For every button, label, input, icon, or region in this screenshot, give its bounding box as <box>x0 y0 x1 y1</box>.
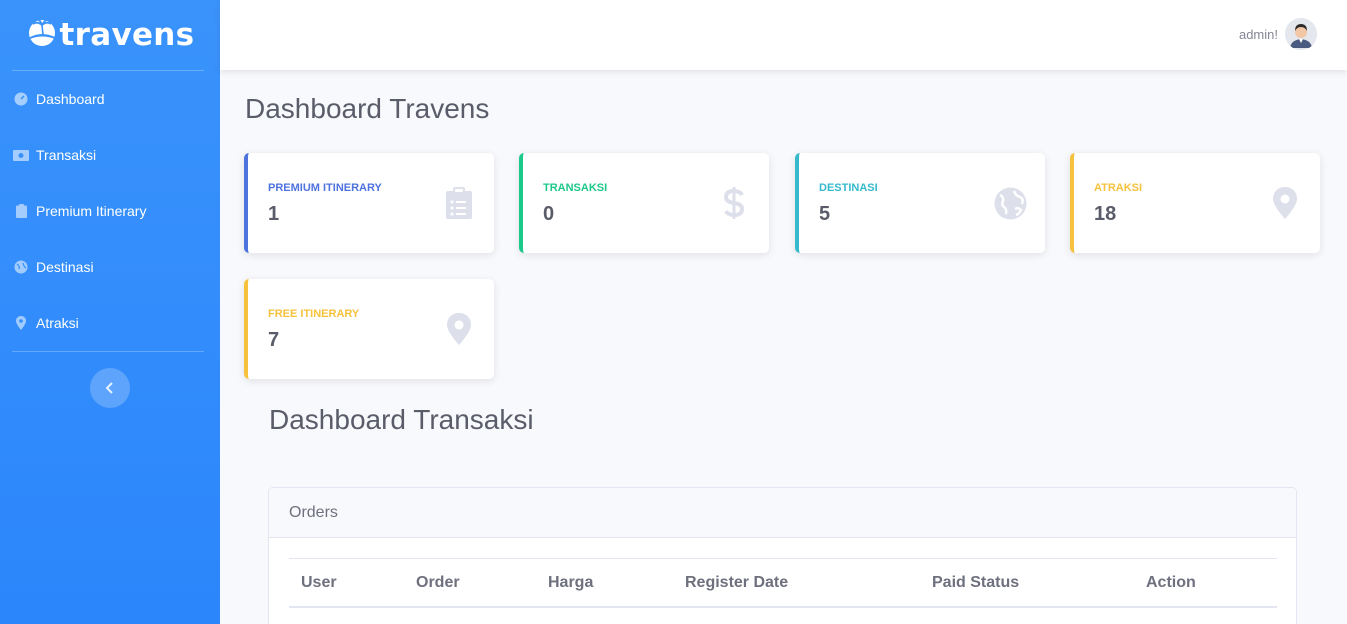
sidebar-item-atraksi[interactable]: Atraksi <box>0 295 220 351</box>
card-value: 18 <box>1094 203 1117 225</box>
brand-name: travens <box>59 17 195 53</box>
sidebar-item-premium-itinerary[interactable]: Premium Itinerary <box>0 183 220 239</box>
card-label: ATRAKSI <box>1094 182 1143 194</box>
sidebar-divider <box>12 351 204 352</box>
user-avatar[interactable] <box>1285 18 1317 50</box>
sidebar-nav: Dashboard Transaksi Premium Itinerary De… <box>0 71 220 351</box>
sidebar-item-destinasi[interactable]: Destinasi <box>0 239 220 295</box>
user-name: admin! <box>1238 26 1278 42</box>
palm-sun-logo <box>28 18 55 46</box>
map-marker-icon <box>1268 185 1302 221</box>
map-marker-icon <box>442 311 476 347</box>
globe-icon <box>12 260 30 274</box>
card-value: 0 <box>543 203 555 225</box>
column-header-action[interactable]: Action <box>1146 574 1196 592</box>
stat-card-destinasi: DESTINASI 5 <box>795 153 1045 253</box>
stat-card-free-itinerary: FREE ITINERARY 7 <box>244 279 494 379</box>
sidebar-item-label: Premium Itinerary <box>36 203 147 219</box>
page-title: Dashboard Travens <box>245 93 490 124</box>
orders-header: Orders <box>269 488 1296 538</box>
sidebar-item-label: Destinasi <box>36 259 94 275</box>
stat-card-atraksi: ATRAKSI 18 <box>1070 153 1320 253</box>
card-value: 1 <box>268 203 280 225</box>
dollar-icon <box>717 185 751 221</box>
sidebar-item-label: Transaksi <box>36 147 97 163</box>
card-label: FREE ITINERARY <box>268 308 360 320</box>
card-label: TRANSAKSI <box>543 182 608 194</box>
orders-panel: Orders User Order Harga Register Date Pa… <box>268 487 1297 624</box>
clipboard-icon <box>12 204 30 218</box>
column-header-register-date[interactable]: Register Date <box>685 574 788 592</box>
gauge-icon <box>12 92 30 106</box>
money-bill-icon <box>12 148 30 162</box>
sidebar-item-dashboard[interactable]: Dashboard <box>0 71 220 127</box>
sidebar-item-label: Atraksi <box>36 315 79 331</box>
card-label: DESTINASI <box>819 182 878 194</box>
section-title: Dashboard Transaksi <box>269 404 534 435</box>
orders-table-header: User Order Harga Register Date Paid Stat… <box>289 558 1277 608</box>
column-header-user[interactable]: User <box>301 574 337 592</box>
sidebar-item-transaksi[interactable]: Transaksi <box>0 127 220 183</box>
card-value: 7 <box>268 329 280 351</box>
sidebar-item-label: Dashboard <box>36 91 105 107</box>
brand[interactable]: travens <box>0 0 220 70</box>
chevron-left-icon <box>105 382 113 394</box>
card-label: PREMIUM ITINERARY <box>268 182 382 194</box>
map-marker-icon <box>12 316 30 330</box>
column-header-harga[interactable]: Harga <box>548 574 593 592</box>
sidebar: travens Dashboard Transaksi Premium Itin… <box>0 0 220 624</box>
clipboard-list-icon <box>442 185 476 221</box>
column-header-paid-status[interactable]: Paid Status <box>932 574 1019 592</box>
user-menu[interactable]: admin! <box>1239 18 1317 50</box>
stat-card-premium-itinerary: PREMIUM ITINERARY 1 <box>244 153 494 253</box>
column-header-order[interactable]: Order <box>416 574 460 592</box>
sidebar-toggle-wrap <box>0 368 220 408</box>
topbar: admin! <box>220 0 1347 70</box>
card-value: 5 <box>819 203 831 225</box>
stat-card-transaksi: TRANSAKSI 0 <box>519 153 769 253</box>
sidebar-toggle-button[interactable] <box>90 368 130 408</box>
globe-icon <box>993 185 1027 221</box>
